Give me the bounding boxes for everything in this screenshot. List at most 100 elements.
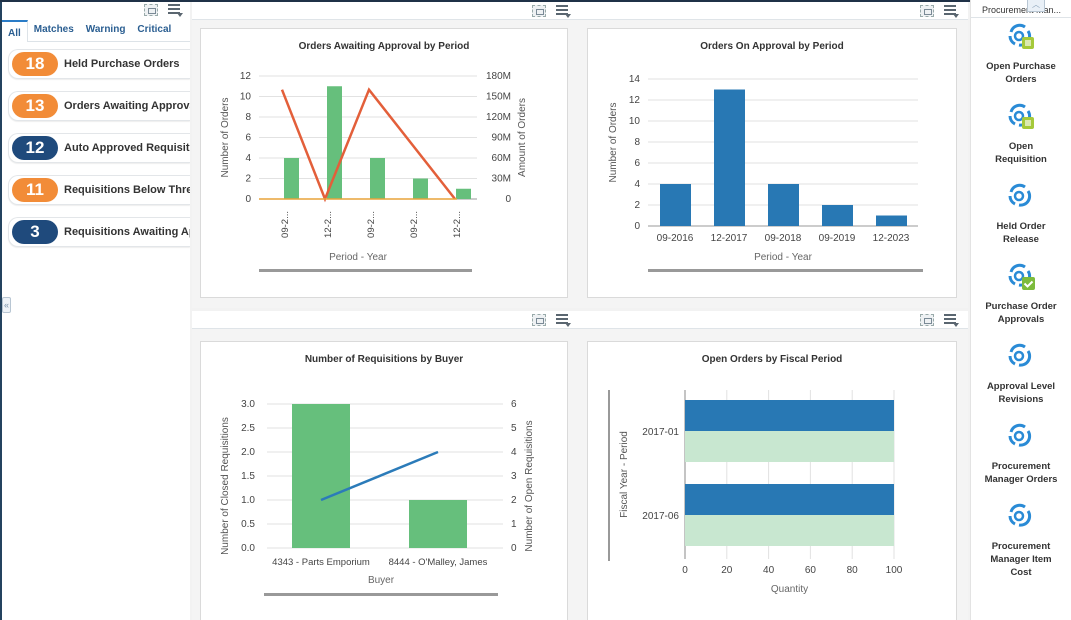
y-tick-label: 0.5 bbox=[241, 519, 255, 530]
y2-tick-label: 30M bbox=[492, 174, 511, 185]
tab-critical[interactable]: Critical bbox=[131, 20, 177, 42]
pane-requisitions-by-buyer: Number of Requisitions by Buyer 0.0 0.5 1.… bbox=[192, 311, 580, 620]
kpi-count-badge: 18 bbox=[12, 52, 58, 76]
kpi-requisitions-awaiting-approval[interactable]: 3 Requisitions Awaiting Approval bbox=[8, 217, 190, 247]
y-axis-title: Number of Orders bbox=[220, 97, 231, 177]
pane-open-orders-fiscal: Open Orders by Fiscal Period 0 20 40 60 80 10… bbox=[580, 311, 968, 620]
pane-tools bbox=[532, 314, 571, 327]
menu-icon[interactable] bbox=[944, 5, 959, 18]
kpi-held-purchase-orders[interactable]: 18 Held Purchase Orders bbox=[8, 49, 190, 79]
scrollbar bbox=[264, 593, 498, 596]
pane-tools bbox=[920, 314, 959, 327]
bar-series-a bbox=[685, 400, 894, 431]
chart-orders-on-approval: 0 2 4 6 8 10 12 14 09-2016 12-2017 09-2018 09-2019 1… bbox=[608, 74, 923, 272]
springboard-tile[interactable]: Purchase Order Approvals bbox=[971, 262, 1071, 326]
chart-card: Orders Awaiting Approval by Period 02468… bbox=[200, 28, 568, 298]
x-tick-label: 12-2017 bbox=[711, 233, 748, 244]
springboard-tile[interactable]: Open Purchase Orders bbox=[971, 22, 1071, 86]
maximize-icon[interactable] bbox=[920, 314, 934, 326]
bar-series-b bbox=[685, 431, 894, 462]
x-tick-label: 09-2019 bbox=[819, 233, 856, 244]
y2-tick-label: 6 bbox=[511, 399, 517, 410]
y-tick-label: 4 bbox=[634, 179, 640, 190]
app-process-icon bbox=[1008, 503, 1032, 527]
menu-icon[interactable] bbox=[168, 4, 183, 17]
menu-icon[interactable] bbox=[556, 5, 571, 18]
pane-orders-awaiting: Orders Awaiting Approval by Period 02468… bbox=[192, 2, 580, 308]
kpi-orders-awaiting-approval[interactable]: 13 Orders Awaiting Approval bbox=[8, 91, 190, 121]
kpi-count-badge: 12 bbox=[12, 136, 58, 160]
y-tick-label: 12 bbox=[240, 71, 252, 82]
bar bbox=[456, 188, 471, 199]
tile-label: Procurement Manager Item Cost bbox=[990, 541, 1052, 578]
maximize-icon[interactable] bbox=[532, 5, 546, 17]
x-tick-label: 80 bbox=[847, 565, 859, 576]
kpi-label: Orders Awaiting Approval bbox=[64, 100, 190, 112]
bar bbox=[327, 86, 342, 199]
bar bbox=[768, 184, 799, 226]
x-tick-label: 09-2016 bbox=[657, 233, 694, 244]
tab-warning[interactable]: Warning bbox=[80, 20, 132, 42]
y2-axis-title: Amount of Orders bbox=[517, 98, 528, 177]
kpi-label: Requisitions Awaiting Approval bbox=[64, 226, 190, 238]
y2-tick-label: 0 bbox=[505, 194, 511, 205]
y2-tick-label: 60M bbox=[492, 153, 511, 164]
y-tick-label: 2.0 bbox=[241, 447, 255, 458]
x-tick-label: 20 bbox=[721, 565, 733, 576]
y2-tick-label: 4 bbox=[511, 447, 517, 458]
chart-requisitions-by-buyer: 0.0 0.5 1.0 1.5 2.0 2.5 3.0 0 1 2 3 4 5 6 4343 - Parts… bbox=[220, 399, 535, 596]
y-axis-title: Number of Closed Requisitions bbox=[220, 417, 231, 555]
y-axis-title: Fiscal Year - Period bbox=[619, 431, 630, 518]
x-tick-label: 09-2... bbox=[280, 211, 291, 238]
chart-card: Number of Requisitions by Buyer 0.0 0.5 1.… bbox=[200, 341, 568, 620]
y2-tick-label: 90M bbox=[492, 133, 511, 144]
springboard-tile[interactable]: Open Requisition bbox=[971, 102, 1071, 166]
y2-tick-label: 5 bbox=[511, 423, 517, 434]
y-tick-label: 2 bbox=[634, 200, 640, 211]
x-tick-label: 09-2... bbox=[366, 211, 377, 238]
app-badge-icon bbox=[1008, 103, 1034, 129]
kpi-label: Held Purchase Orders bbox=[64, 58, 180, 70]
x-axis-title: Quantity bbox=[771, 584, 808, 595]
bar bbox=[660, 184, 691, 226]
y2-tick-label: 150M bbox=[486, 92, 511, 103]
pane-tools bbox=[532, 5, 571, 18]
series-line-amount bbox=[280, 87, 456, 203]
y2-tick-label: 120M bbox=[486, 112, 511, 123]
scroll-up-button[interactable]: ︿ bbox=[1027, 0, 1045, 12]
springboard-tile[interactable]: Held Order Release bbox=[971, 182, 1071, 246]
maximize-icon[interactable] bbox=[144, 4, 158, 16]
maximize-icon[interactable] bbox=[920, 5, 934, 17]
approval-check-icon bbox=[1008, 263, 1035, 290]
springboard-tile[interactable]: Approval Level Revisions bbox=[971, 342, 1071, 406]
y-tick-label: 10 bbox=[629, 116, 641, 127]
tab-matches[interactable]: Matches bbox=[28, 20, 80, 42]
chart-open-orders-by-fiscal-period: 0 20 40 60 80 100 2017-01 2017-06 Fiscal Year - … bbox=[608, 390, 903, 595]
x-tick-label: 8444 - O'Malley, James bbox=[389, 557, 488, 568]
pane-header bbox=[580, 2, 968, 20]
app-process-icon bbox=[1008, 183, 1032, 207]
x-tick-label: 09-2018 bbox=[765, 233, 802, 244]
bar bbox=[370, 158, 385, 199]
tab-all[interactable]: All bbox=[2, 20, 28, 42]
kpi-auto-approved-requisitions[interactable]: 12 Auto Approved Requisitions bbox=[8, 133, 190, 163]
maximize-icon[interactable] bbox=[532, 314, 546, 326]
y-tick-label: 1.5 bbox=[241, 471, 255, 482]
kpi-list: 18 Held Purchase Orders 13 Orders Awaiti… bbox=[8, 49, 190, 259]
y-tick-label: 2.5 bbox=[241, 423, 255, 434]
springboard-tile[interactable]: Procurement Manager Orders bbox=[971, 422, 1071, 486]
y-tick-label: 8 bbox=[634, 137, 640, 148]
pane-orders-on-approval: Orders On Approval by Period 0 2 4 6 8 10 12 14… bbox=[580, 2, 968, 308]
y-tick-label: 0.0 bbox=[241, 543, 255, 554]
collapse-panel-button[interactable]: « bbox=[2, 297, 11, 313]
y-tick-label: 6 bbox=[634, 158, 640, 169]
y2-tick-label: 3 bbox=[511, 471, 517, 482]
springboard-tile[interactable]: Procurement Manager Item Cost bbox=[971, 502, 1071, 579]
menu-icon[interactable] bbox=[556, 314, 571, 327]
menu-icon[interactable] bbox=[944, 314, 959, 327]
x-tick-label: 40 bbox=[763, 565, 775, 576]
pane-tools bbox=[920, 5, 959, 18]
kpi-label: Requisitions Below Threshold bbox=[64, 184, 190, 196]
y-tick-label: 14 bbox=[629, 74, 641, 85]
kpi-requisitions-below-threshold[interactable]: 11 Requisitions Below Threshold bbox=[8, 175, 190, 205]
